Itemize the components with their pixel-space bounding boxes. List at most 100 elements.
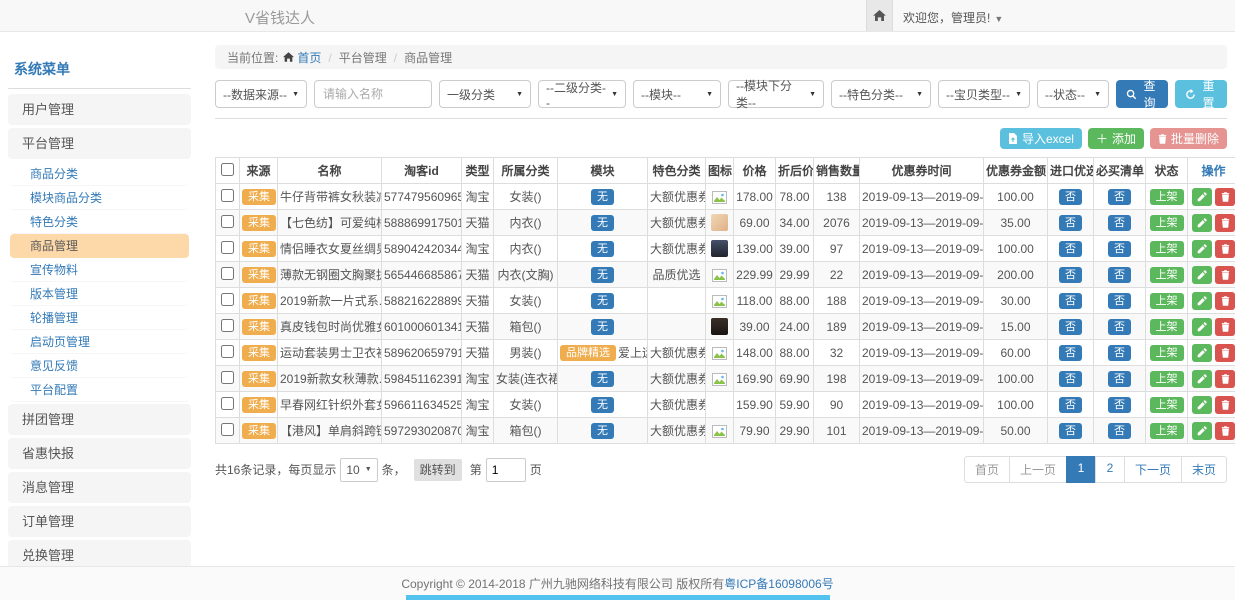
module-badge[interactable]: 无 bbox=[591, 319, 614, 335]
select-all-checkbox[interactable] bbox=[221, 163, 234, 176]
edit-button[interactable] bbox=[1192, 318, 1212, 336]
pager-下一页[interactable]: 下一页 bbox=[1124, 456, 1182, 483]
status-button[interactable]: 上架 bbox=[1150, 423, 1184, 439]
filter-select-3[interactable]: --模块--▼ bbox=[633, 80, 721, 108]
filter-select-6[interactable]: --宝贝类型--▼ bbox=[938, 80, 1030, 108]
jump-button[interactable]: 跳转到 bbox=[414, 459, 462, 481]
mustbuy-toggle-badge[interactable]: 否 bbox=[1108, 319, 1131, 335]
sidebar-item-宣传物料[interactable]: 宣传物料 bbox=[10, 258, 189, 282]
module-badge[interactable]: 品牌精选 bbox=[560, 345, 616, 361]
delete-button[interactable] bbox=[1215, 344, 1235, 362]
per-page-select[interactable]: 10▼ bbox=[340, 458, 377, 482]
edit-button[interactable] bbox=[1192, 422, 1212, 440]
breadcrumb-home-link[interactable]: 首页 bbox=[297, 49, 321, 66]
module-badge[interactable]: 无 bbox=[591, 293, 614, 309]
edit-button[interactable] bbox=[1192, 188, 1212, 206]
mustbuy-toggle-badge[interactable]: 否 bbox=[1108, 423, 1131, 439]
mustbuy-toggle-badge[interactable]: 否 bbox=[1108, 215, 1131, 231]
row-checkbox[interactable] bbox=[221, 397, 234, 410]
sidebar-item-轮播管理[interactable]: 轮播管理 bbox=[10, 306, 189, 330]
status-button[interactable]: 上架 bbox=[1150, 241, 1184, 257]
status-button[interactable]: 上架 bbox=[1150, 397, 1184, 413]
status-button[interactable]: 上架 bbox=[1150, 215, 1184, 231]
import-toggle-badge[interactable]: 否 bbox=[1059, 293, 1082, 309]
query-button[interactable]: 查询 bbox=[1116, 80, 1168, 108]
row-checkbox[interactable] bbox=[221, 189, 234, 202]
import-toggle-badge[interactable]: 否 bbox=[1059, 215, 1082, 231]
delete-button[interactable] bbox=[1215, 266, 1235, 284]
delete-button[interactable] bbox=[1215, 292, 1235, 310]
module-badge[interactable]: 无 bbox=[591, 371, 614, 387]
mustbuy-toggle-badge[interactable]: 否 bbox=[1108, 189, 1131, 205]
status-button[interactable]: 上架 bbox=[1150, 189, 1184, 205]
sidebar-item-意见反馈[interactable]: 意见反馈 bbox=[10, 354, 189, 378]
edit-button[interactable] bbox=[1192, 344, 1212, 362]
mustbuy-toggle-badge[interactable]: 否 bbox=[1108, 267, 1131, 283]
edit-button[interactable] bbox=[1192, 396, 1212, 414]
mustbuy-toggle-badge[interactable]: 否 bbox=[1108, 345, 1131, 361]
status-button[interactable]: 上架 bbox=[1150, 319, 1184, 335]
status-button[interactable]: 上架 bbox=[1150, 293, 1184, 309]
filter-select-2[interactable]: --二级分类--▼ bbox=[538, 80, 626, 108]
jump-page-input[interactable] bbox=[486, 458, 526, 482]
module-badge[interactable]: 无 bbox=[591, 397, 614, 413]
row-checkbox[interactable] bbox=[221, 345, 234, 358]
delete-button[interactable] bbox=[1215, 188, 1235, 206]
sidebar-group-6[interactable]: 兑换管理 bbox=[8, 540, 191, 566]
sidebar-group-3[interactable]: 省惠快报 bbox=[8, 438, 191, 469]
delete-button[interactable] bbox=[1215, 214, 1235, 232]
import-toggle-badge[interactable]: 否 bbox=[1059, 319, 1082, 335]
import-toggle-badge[interactable]: 否 bbox=[1059, 371, 1082, 387]
data-source-select[interactable]: --数据来源--▼ bbox=[215, 80, 307, 108]
import-toggle-badge[interactable]: 否 bbox=[1059, 397, 1082, 413]
sidebar-item-平台配置[interactable]: 平台配置 bbox=[10, 378, 189, 402]
filter-select-7[interactable]: --状态--▼ bbox=[1037, 80, 1109, 108]
import-excel-button[interactable]: 导入excel bbox=[1000, 128, 1082, 149]
home-button[interactable] bbox=[866, 0, 893, 31]
import-toggle-badge[interactable]: 否 bbox=[1059, 345, 1082, 361]
module-badge[interactable]: 无 bbox=[591, 267, 614, 283]
module-badge[interactable]: 无 bbox=[591, 423, 614, 439]
module-badge[interactable]: 无 bbox=[591, 241, 614, 257]
row-checkbox[interactable] bbox=[221, 267, 234, 280]
delete-button[interactable] bbox=[1215, 370, 1235, 388]
sidebar-group-0[interactable]: 用户管理 bbox=[8, 94, 191, 125]
edit-button[interactable] bbox=[1192, 370, 1212, 388]
sidebar-item-版本管理[interactable]: 版本管理 bbox=[10, 282, 189, 306]
edit-button[interactable] bbox=[1192, 292, 1212, 310]
module-badge[interactable]: 无 bbox=[591, 215, 614, 231]
edit-button[interactable] bbox=[1192, 214, 1212, 232]
sidebar-item-商品分类[interactable]: 商品分类 bbox=[10, 162, 189, 186]
row-checkbox[interactable] bbox=[221, 215, 234, 228]
name-search-input[interactable] bbox=[314, 80, 432, 108]
filter-select-1[interactable]: 一级分类▼ bbox=[439, 80, 531, 108]
mustbuy-toggle-badge[interactable]: 否 bbox=[1108, 241, 1131, 257]
delete-button[interactable] bbox=[1215, 396, 1235, 414]
status-button[interactable]: 上架 bbox=[1150, 345, 1184, 361]
sidebar-item-模块商品分类[interactable]: 模块商品分类 bbox=[10, 186, 189, 210]
mustbuy-toggle-badge[interactable]: 否 bbox=[1108, 371, 1131, 387]
sidebar-group-5[interactable]: 订单管理 bbox=[8, 506, 191, 537]
mustbuy-toggle-badge[interactable]: 否 bbox=[1108, 397, 1131, 413]
icp-link[interactable]: 粤ICP备16098006号 bbox=[724, 575, 833, 592]
user-menu[interactable]: 欢迎您，管理员!▼ bbox=[903, 9, 1003, 26]
sidebar-item-启动页管理[interactable]: 启动页管理 bbox=[10, 330, 189, 354]
sidebar-group-4[interactable]: 消息管理 bbox=[8, 472, 191, 503]
edit-button[interactable] bbox=[1192, 240, 1212, 258]
module-badge[interactable]: 无 bbox=[591, 189, 614, 205]
import-toggle-badge[interactable]: 否 bbox=[1059, 189, 1082, 205]
row-checkbox[interactable] bbox=[221, 241, 234, 254]
sidebar-group-1[interactable]: 平台管理 bbox=[8, 128, 191, 159]
status-button[interactable]: 上架 bbox=[1150, 267, 1184, 283]
pager-末页[interactable]: 末页 bbox=[1181, 456, 1227, 483]
row-checkbox[interactable] bbox=[221, 293, 234, 306]
sidebar-item-商品管理[interactable]: 商品管理 bbox=[10, 234, 189, 258]
delete-button[interactable] bbox=[1215, 422, 1235, 440]
row-checkbox[interactable] bbox=[221, 319, 234, 332]
delete-button[interactable] bbox=[1215, 240, 1235, 258]
pager-1[interactable]: 1 bbox=[1066, 456, 1096, 483]
sidebar-item-特色分类[interactable]: 特色分类 bbox=[10, 210, 189, 234]
import-toggle-badge[interactable]: 否 bbox=[1059, 241, 1082, 257]
mustbuy-toggle-badge[interactable]: 否 bbox=[1108, 293, 1131, 309]
edit-button[interactable] bbox=[1192, 266, 1212, 284]
